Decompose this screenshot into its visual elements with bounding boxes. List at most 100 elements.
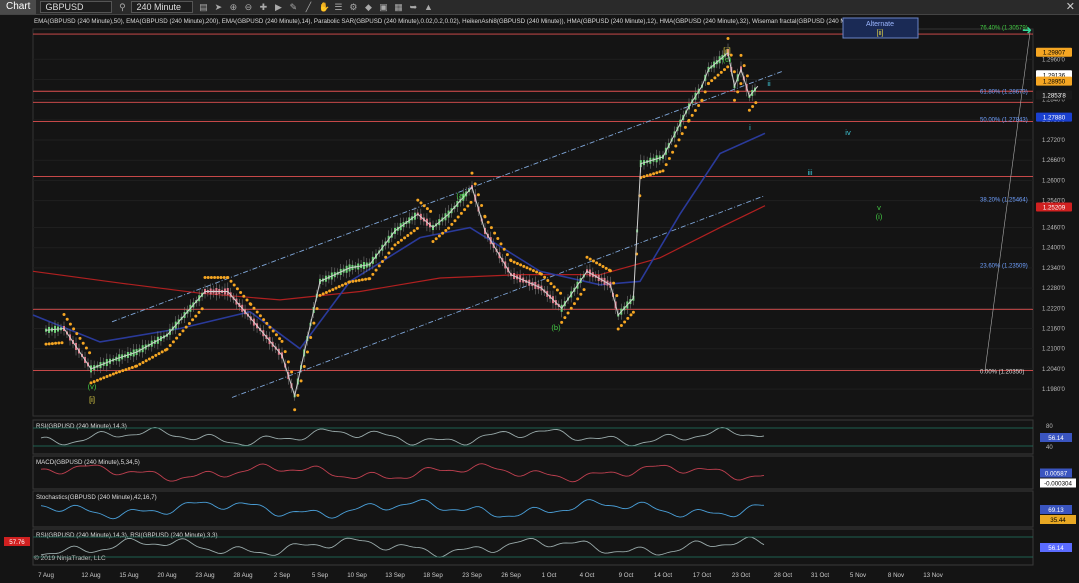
zoom-in-icon[interactable]: ⊕ <box>228 2 238 13</box>
psar-dot <box>274 333 278 337</box>
price-tick-label: 1.2660'0 <box>1042 158 1065 164</box>
time-tick-label: 13 Sep <box>385 572 405 579</box>
price-tick-label: 1.2400'0 <box>1042 246 1065 252</box>
price-tick-label: 1.1980'0 <box>1042 387 1065 393</box>
zoom-out-icon[interactable]: ⊖ <box>243 2 253 13</box>
hand-icon[interactable]: ✋ <box>318 2 329 13</box>
pointer-icon[interactable]: ➤ <box>213 2 223 13</box>
psar-dot <box>476 193 480 197</box>
psar-dot <box>62 313 66 317</box>
psar-dot <box>111 372 115 376</box>
psar-dot <box>213 275 217 279</box>
line-tool-icon[interactable]: ╱ <box>303 2 313 13</box>
psar-dot <box>667 156 671 160</box>
psar-dot <box>652 172 656 176</box>
psar-dot <box>121 369 125 373</box>
psar-dot <box>340 283 344 287</box>
psar-dot <box>648 173 652 177</box>
psar-dot <box>265 321 269 325</box>
chart-style-icon[interactable]: ▤ <box>198 2 208 13</box>
template-icon[interactable]: ▣ <box>378 2 388 13</box>
psar-dot <box>368 277 372 281</box>
psar-dot <box>393 243 397 247</box>
psar-dot <box>222 275 226 279</box>
instrument-selector[interactable]: GBPUSD <box>40 1 113 13</box>
alerts-icon[interactable]: ▲ <box>423 2 433 12</box>
psar-dot <box>687 118 691 122</box>
drawing-tool-icon[interactable]: ✎ <box>288 2 298 13</box>
psar-dot <box>703 90 707 94</box>
psar-dot <box>144 359 148 363</box>
psar-dot <box>431 240 435 244</box>
psar-dot <box>178 332 182 336</box>
psar-dot <box>552 285 556 289</box>
price-chart[interactable]: (v)[i](a)(b)[ii](c)iiiiiiivv(i) 76.40% (… <box>0 15 1079 583</box>
psar-dot <box>318 293 322 297</box>
psar-dot <box>409 231 413 235</box>
share-icon[interactable]: ➥ <box>408 2 418 13</box>
psar-dot <box>623 320 627 324</box>
time-tick-label: 23 Oct <box>732 572 751 579</box>
interval-selector[interactable]: 240 Minute <box>131 1 194 13</box>
psar-dot <box>555 288 559 292</box>
time-tick-label: 15 Aug <box>119 572 139 579</box>
psar-dot <box>305 350 309 354</box>
psar-dot <box>105 375 109 379</box>
search-icon[interactable]: ⚲ <box>117 2 127 13</box>
psar-dot <box>390 247 394 251</box>
psar-dot <box>387 251 391 255</box>
psar-dot <box>469 200 473 204</box>
time-tick-label: 7 Aug <box>38 572 54 579</box>
time-tick-label: 13 Nov <box>923 572 944 579</box>
close-window-icon[interactable]: ✕ <box>1066 0 1075 14</box>
alternate-box[interactable]: Alternate [ii] <box>842 17 919 39</box>
psar-dot <box>441 231 445 235</box>
psar-dot <box>707 81 710 85</box>
psar-dot <box>525 266 529 270</box>
psar-dot <box>293 408 297 412</box>
psar-dot <box>328 289 332 293</box>
price-tick-label: 1.2220'0 <box>1042 306 1065 312</box>
cursor-icon[interactable]: ▶ <box>273 2 283 13</box>
psar-dot <box>331 288 335 292</box>
psar-dot <box>619 324 623 328</box>
fib-label: 0.00% (1.20350) <box>980 370 1024 376</box>
psar-dot <box>742 64 746 68</box>
panel-value-2: 35.44 <box>1050 517 1066 524</box>
psar-dot <box>434 237 438 241</box>
psar-dot <box>239 290 243 294</box>
wave-label: [ii] <box>723 46 731 55</box>
list-icon[interactable]: ☰ <box>333 2 343 13</box>
time-tick-label: 5 Nov <box>850 572 867 579</box>
psar-dot <box>337 285 341 289</box>
psar-dot <box>78 336 82 340</box>
panel-value: 56.14 <box>1048 545 1064 552</box>
properties-icon[interactable]: ⚙ <box>348 2 358 13</box>
psar-dot <box>655 171 659 175</box>
data-box-icon[interactable]: ▦ <box>393 2 403 13</box>
chart-tab[interactable]: Chart <box>0 0 37 14</box>
psar-dot <box>191 318 195 322</box>
psar-dot <box>108 373 112 377</box>
psar-dot <box>168 344 172 348</box>
panel-label: RSI(GBPUSD (240 Minute),14,3) <box>36 423 127 430</box>
psar-dot <box>493 231 497 235</box>
psar-dot <box>486 220 490 224</box>
panel-label: MACD(GBPUSD (240 Minute),5,34,5) <box>36 459 140 466</box>
psar-dot <box>519 263 523 267</box>
psar-dot <box>344 282 348 286</box>
price-tick-label: 1.2160'0 <box>1042 327 1065 333</box>
psar-dot <box>44 342 48 346</box>
fib-label: 38.20% (1.25464) <box>980 197 1028 203</box>
crosshair-icon[interactable]: ✚ <box>258 2 268 13</box>
psar-dot <box>141 361 145 365</box>
psar-dot <box>582 288 586 292</box>
psar-dot <box>57 341 61 345</box>
wave-label: (a) <box>456 191 466 200</box>
strategy-icon[interactable]: ◆ <box>363 2 373 13</box>
psar-dot <box>459 211 463 215</box>
psar-dot <box>124 368 128 372</box>
psar-dot <box>216 275 220 279</box>
psar-dot <box>683 125 687 129</box>
psar-dot <box>463 208 467 212</box>
